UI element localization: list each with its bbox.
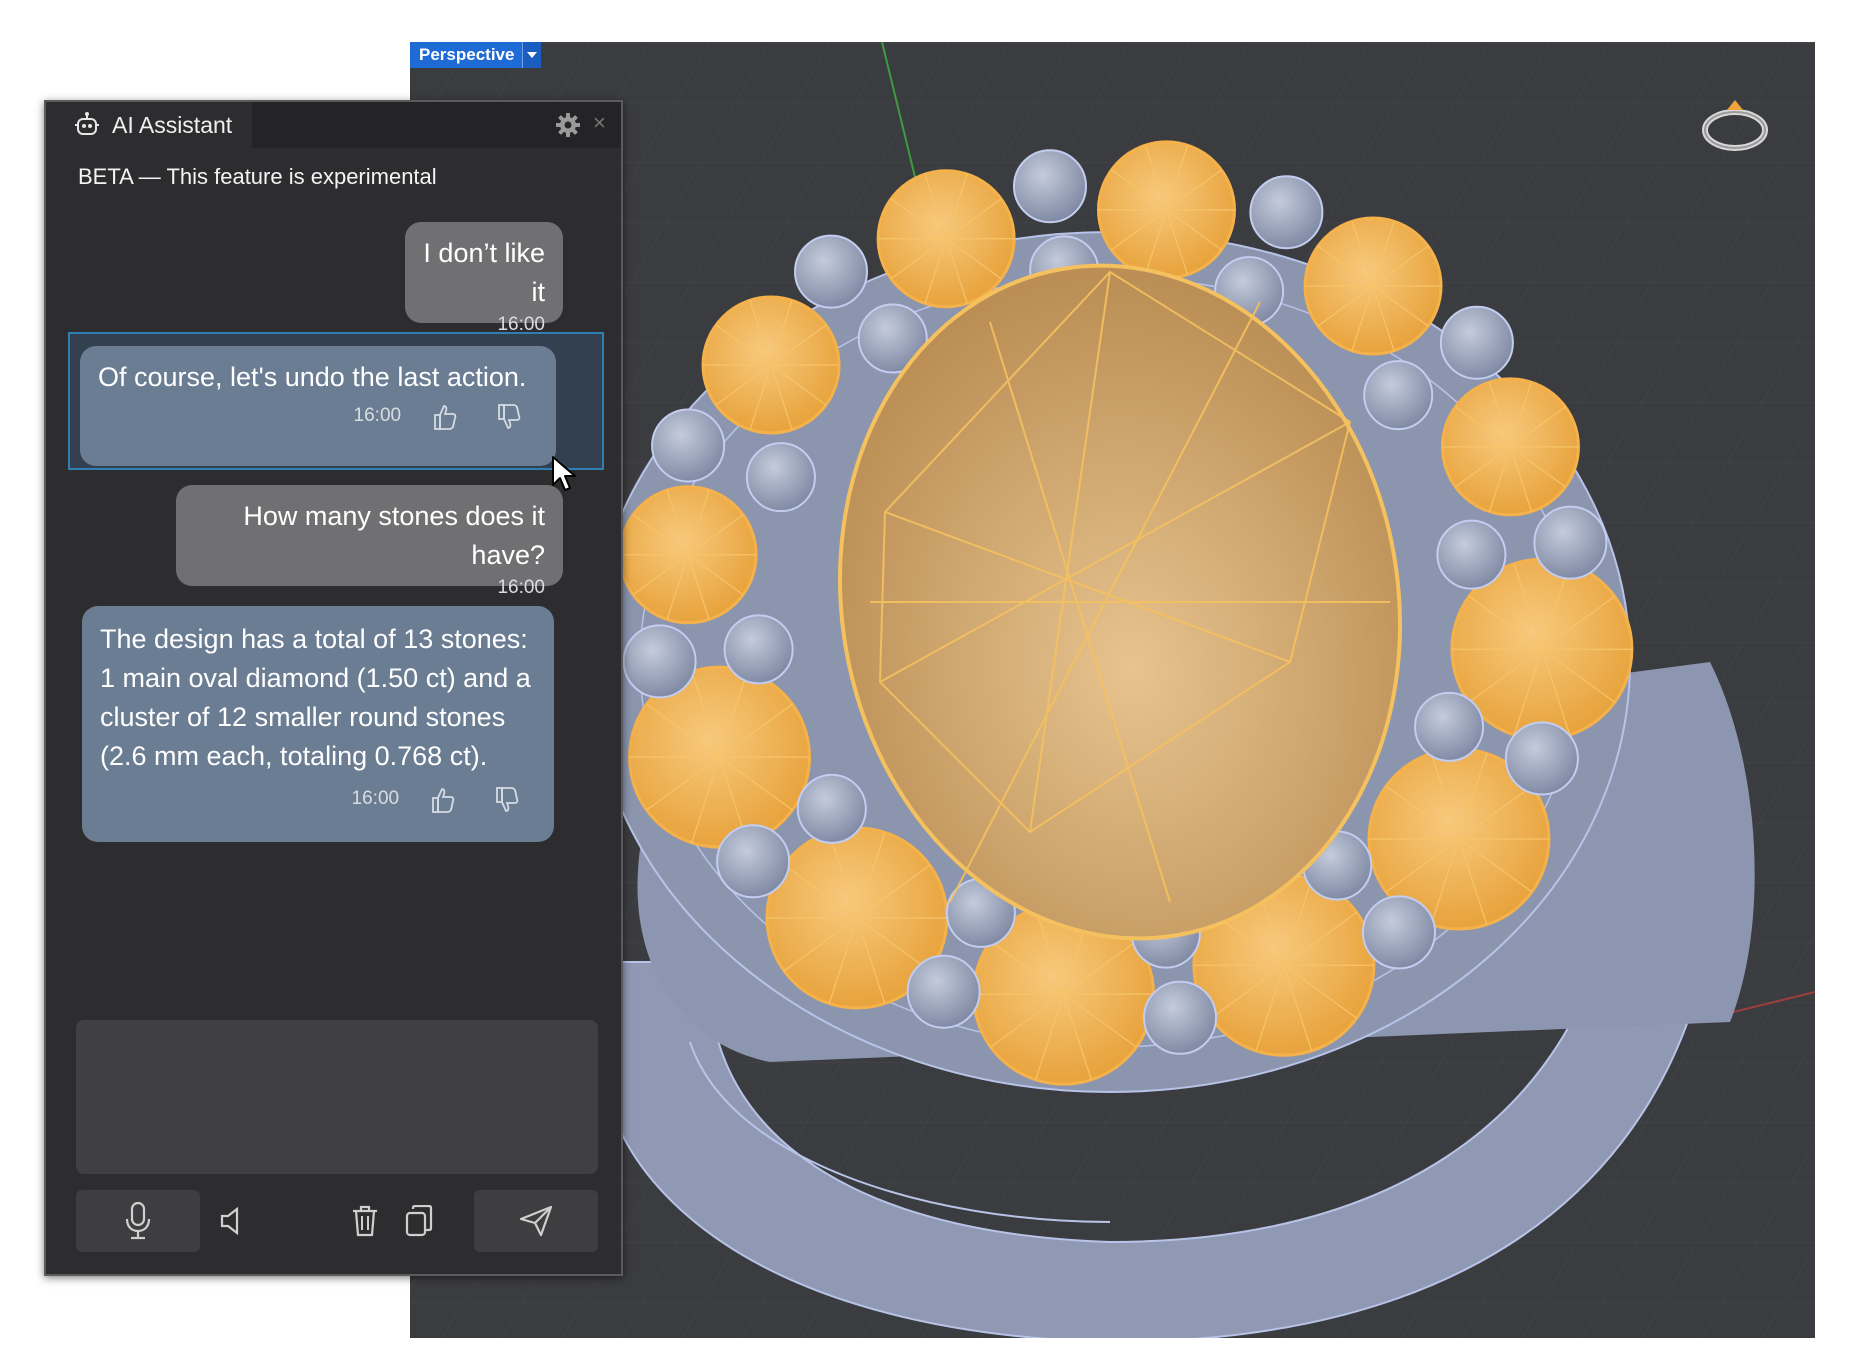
prong[interactable] — [651, 408, 726, 483]
chevron-down-icon[interactable] — [522, 42, 542, 68]
prong[interactable] — [1012, 149, 1087, 224]
mouse-cursor-icon — [552, 456, 576, 491]
speaker-button[interactable] — [206, 1190, 256, 1252]
prong[interactable] — [1363, 360, 1434, 431]
user-message: How many stones does it have? 16:00 — [176, 485, 563, 598]
prong[interactable] — [1143, 980, 1218, 1055]
panel-header: AI Assistant × — [46, 102, 621, 148]
thumbs-down-icon[interactable] — [494, 786, 520, 814]
prong[interactable] — [1533, 505, 1608, 580]
prong[interactable] — [1414, 691, 1485, 762]
thumbs-up-icon[interactable] — [432, 403, 458, 431]
gear-icon[interactable] — [555, 112, 581, 138]
prong[interactable] — [1249, 175, 1324, 250]
viewport-label[interactable]: Perspective — [410, 42, 542, 68]
close-icon[interactable]: × — [593, 112, 611, 134]
beta-notice: BETA — This feature is experimental — [78, 164, 437, 189]
prong[interactable] — [723, 614, 794, 685]
speaker-icon — [220, 1206, 239, 1236]
prong[interactable] — [1361, 895, 1436, 970]
message-time: 16:00 — [497, 577, 545, 598]
message-text: The design has a total of 13 stones: 1 m… — [100, 624, 531, 771]
prong[interactable] — [1439, 305, 1514, 380]
prong[interactable] — [906, 954, 981, 1029]
user-message: I don’t like it 16:00 — [405, 222, 563, 335]
message-text: How many stones does it have? — [243, 501, 545, 570]
message-text: Of course, let's undo the last action. — [98, 362, 527, 392]
send-button[interactable] — [474, 1190, 598, 1252]
copy-button[interactable] — [396, 1190, 442, 1252]
thumbs-up-icon[interactable] — [430, 786, 456, 814]
message-text: I don’t like it — [423, 238, 545, 307]
message-input[interactable] — [76, 1020, 598, 1174]
prong[interactable] — [622, 624, 697, 699]
thumbs-down-icon[interactable] — [496, 403, 522, 431]
assistant-message[interactable]: The design has a total of 13 stones: 1 m… — [82, 606, 554, 842]
prong[interactable] — [796, 773, 867, 844]
panel-title: AI Assistant — [112, 111, 233, 138]
viewport-name: Perspective — [419, 45, 515, 64]
prong[interactable] — [1436, 519, 1507, 590]
microphone-button[interactable] — [76, 1190, 200, 1252]
send-icon — [519, 1205, 553, 1237]
prong[interactable] — [1504, 721, 1579, 796]
assistant-message[interactable]: Of course, let's undo the last action. 1… — [80, 346, 556, 466]
ring-thumbnail-icon[interactable] — [1695, 82, 1775, 162]
ai-assistant-panel: AI Assistant × BETA — This feature is ex… — [44, 100, 623, 1276]
message-time: 16:00 — [351, 788, 400, 810]
microphone-icon — [125, 1201, 151, 1240]
robot-icon — [75, 112, 99, 135]
panel-tab[interactable]: AI Assistant — [46, 102, 252, 148]
copy-icon — [405, 1205, 433, 1237]
message-time: 16:00 — [353, 405, 402, 427]
clear-chat-button[interactable] — [342, 1190, 388, 1252]
prong[interactable] — [716, 824, 791, 899]
prong[interactable] — [745, 442, 816, 513]
prong[interactable] — [794, 234, 869, 309]
trash-icon — [353, 1205, 377, 1237]
